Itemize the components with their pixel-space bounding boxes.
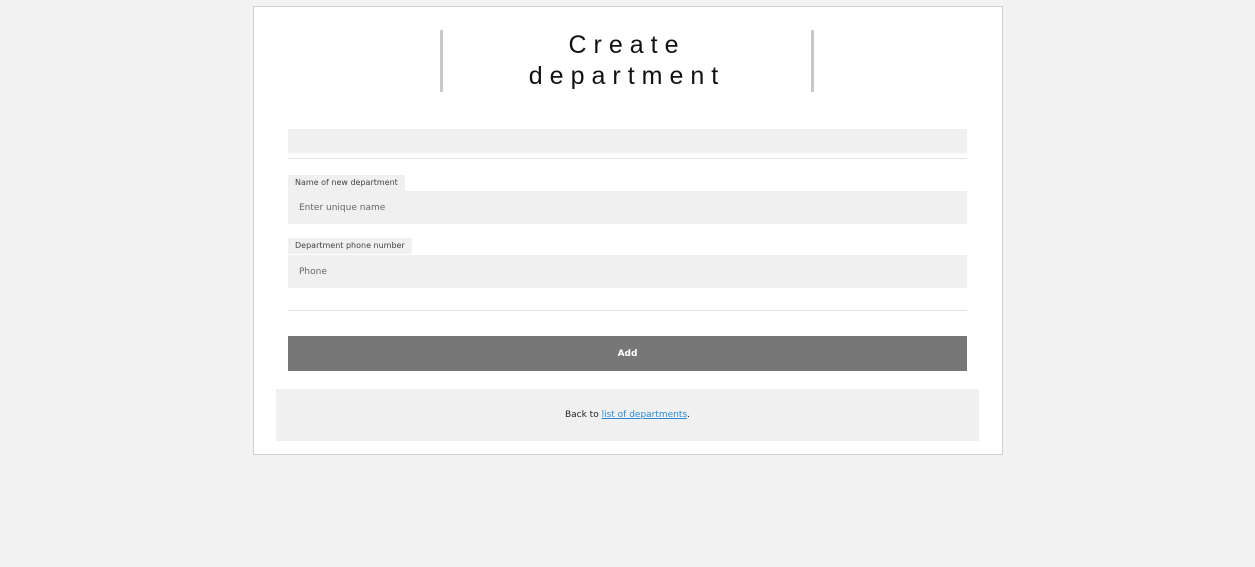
add-button[interactable]: Add — [288, 336, 967, 371]
page-title-line-2: department — [528, 62, 726, 90]
create-department-card: Create department Name of new department… — [253, 6, 1003, 455]
message-bar — [288, 129, 967, 153]
department-name-input[interactable] — [288, 191, 967, 224]
page-title-line-1: Create — [568, 31, 686, 59]
phone-field-label: Department phone number — [288, 238, 412, 254]
footer-prefix: Back to — [564, 410, 602, 420]
list-of-departments-link[interactable]: list of departments — [602, 410, 688, 420]
page-title: Create department — [440, 30, 814, 92]
name-field-label: Name of new department — [288, 175, 405, 191]
footer-suffix: . — [687, 410, 691, 420]
bottom-divider — [288, 310, 967, 311]
footer-back-box: Back to list of departments. — [276, 389, 979, 441]
top-divider — [288, 158, 967, 159]
department-phone-input[interactable] — [288, 255, 967, 288]
